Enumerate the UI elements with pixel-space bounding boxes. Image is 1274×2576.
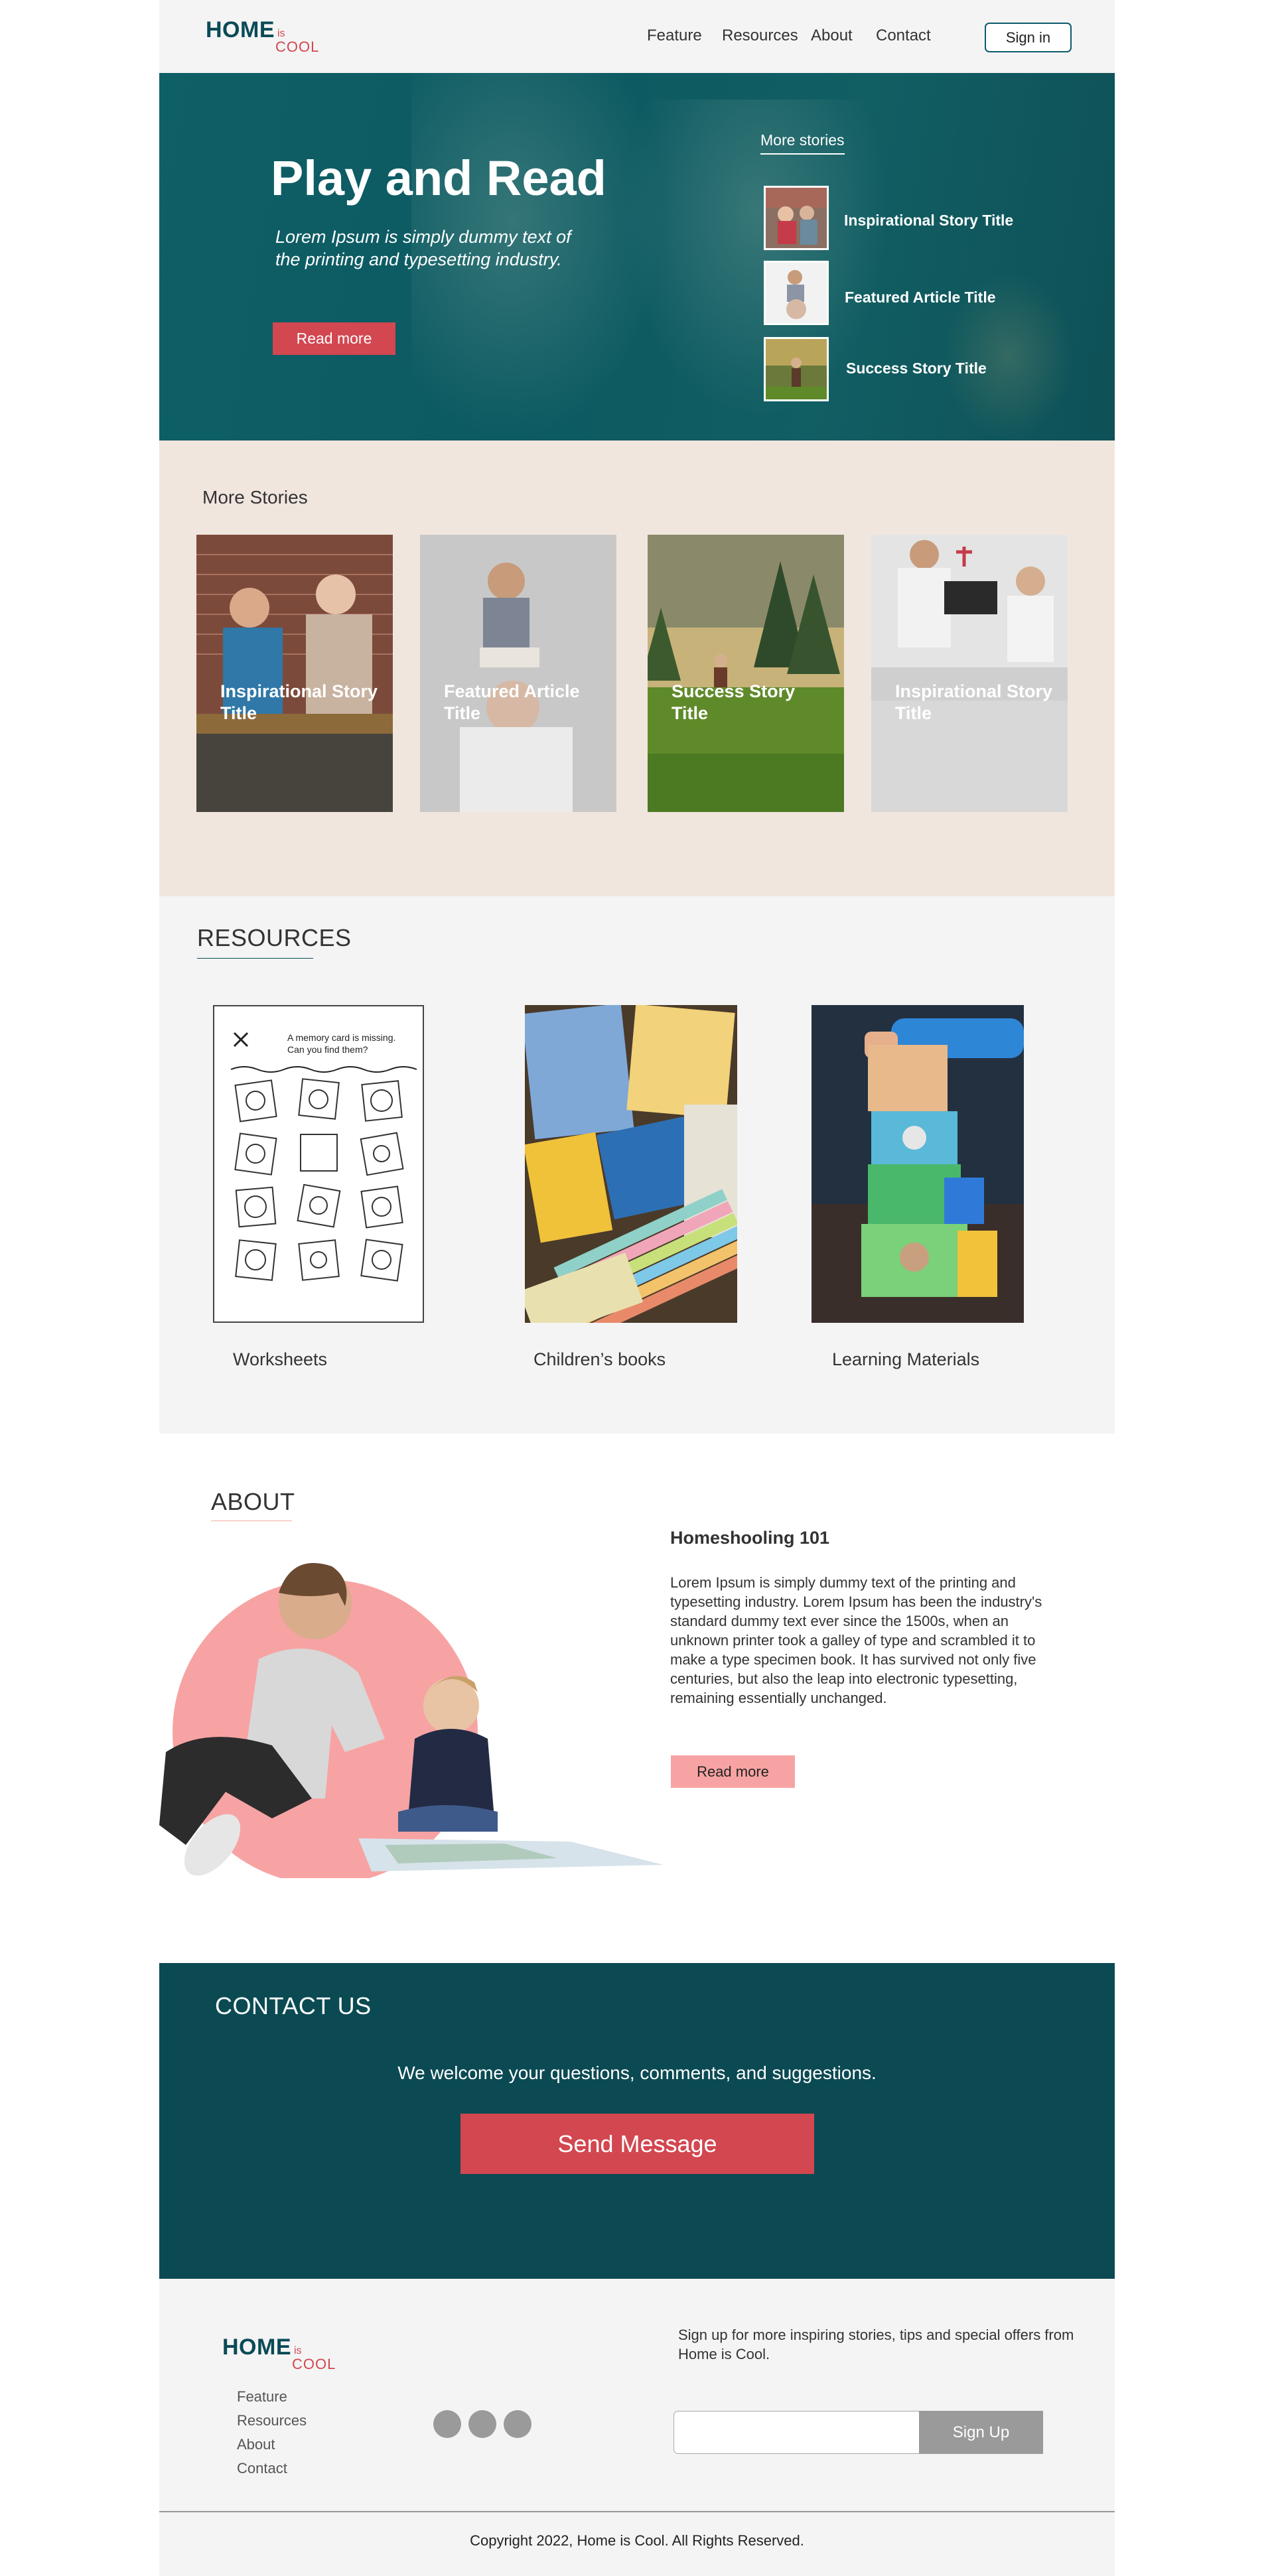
- learning-materials-drawing: [812, 1005, 1024, 1323]
- footer-link-about[interactable]: About: [237, 2433, 307, 2457]
- footer-link-feature[interactable]: Feature: [237, 2385, 307, 2409]
- about-read-more-button[interactable]: Read more: [671, 1755, 795, 1788]
- about-heading: Homeshooling 101: [670, 1528, 830, 1548]
- worksheet-heading-2: Can you find them?: [287, 1044, 368, 1055]
- social-icon-1[interactable]: [433, 2410, 461, 2438]
- story-card-2-image: [420, 535, 616, 812]
- story-card-3[interactable]: Success Story Title: [648, 535, 844, 812]
- hero-title: Play and Read: [271, 151, 606, 206]
- resources-title: RESOURCES: [197, 924, 352, 951]
- resources-underline: [197, 958, 313, 959]
- story-card-4-image: [871, 535, 1068, 812]
- about-illustration: [159, 1563, 664, 1878]
- worksheet-drawing: A memory card is missing. Can you find t…: [214, 1006, 423, 1322]
- footer-divider: [159, 2511, 1115, 2512]
- nav-feature[interactable]: Feature: [647, 27, 702, 45]
- more-stories-title: More Stories: [202, 487, 308, 508]
- site-footer: HOME is COOL Feature Resources About Con…: [159, 2279, 1115, 2576]
- story-card-2-title: Featured Article Title: [444, 681, 580, 723]
- sign-in-button[interactable]: Sign in: [985, 23, 1072, 52]
- hero-subtitle: Lorem Ipsum is simply dummy text of the …: [275, 227, 571, 269]
- about-title: ABOUT: [211, 1488, 295, 1515]
- send-message-button[interactable]: Send Message: [460, 2114, 814, 2174]
- story-card-1-image: [196, 535, 393, 812]
- resource-label-childrens-books[interactable]: Children’s books: [533, 1349, 666, 1370]
- story-thumb-1-image: [766, 188, 827, 248]
- footer-logo-home: HOME: [222, 2335, 291, 2360]
- resource-label-worksheets[interactable]: Worksheets: [233, 1349, 327, 1370]
- page: HOME is COOL Feature Resources About Con…: [159, 0, 1115, 2576]
- footer-link-resources[interactable]: Resources: [237, 2409, 307, 2433]
- story-card-4-title: Inspirational Story Title: [895, 681, 1053, 723]
- contact-section: CONTACT US We welcome your questions, co…: [159, 1963, 1115, 2279]
- more-stories-link[interactable]: More stories: [760, 131, 845, 155]
- story-thumb-2[interactable]: [764, 261, 829, 325]
- footer-link-contact[interactable]: Contact: [237, 2457, 307, 2480]
- story-card-3-title: Success Story Title: [672, 681, 796, 723]
- about-section: ABOUT Homeshooling 101 Lorem Ipsum is si…: [159, 1434, 1115, 1963]
- story-thumb-title-3[interactable]: Success Story Title: [846, 360, 987, 377]
- story-card-1-title: Inspirational Story Title: [220, 681, 378, 723]
- contact-message: We welcome your questions, comments, and…: [397, 2063, 877, 2083]
- story-card-4[interactable]: Inspirational Story Title: [871, 535, 1068, 812]
- worksheet-heading-1: A memory card is missing.: [287, 1032, 395, 1043]
- story-thumb-title-2[interactable]: Featured Article Title: [845, 289, 996, 306]
- signup-text: Sign up for more inspiring stories, tips…: [678, 2327, 1074, 2362]
- footer-logo-cool: COOL: [292, 2356, 336, 2372]
- worksheet-image[interactable]: A memory card is missing. Can you find t…: [213, 1005, 424, 1323]
- hero-section: Play and Read Lorem Ipsum is simply dumm…: [159, 73, 1115, 441]
- story-thumb-3[interactable]: [764, 337, 829, 401]
- logo-cool: COOL: [275, 38, 320, 55]
- footer-logo[interactable]: HOME is COOL: [222, 2335, 335, 2372]
- footer-links: Feature Resources About Contact: [237, 2385, 307, 2480]
- story-thumb-title-1[interactable]: Inspirational Story Title: [844, 212, 1013, 230]
- social-icon-3[interactable]: [504, 2410, 531, 2438]
- copyright: Copyright 2022, Home is Cool. All Rights…: [470, 2532, 804, 2549]
- nav-about[interactable]: About: [811, 27, 853, 45]
- sign-up-button[interactable]: Sign Up: [919, 2411, 1043, 2454]
- story-thumb-3-image: [766, 339, 827, 399]
- story-card-1[interactable]: Inspirational Story Title: [196, 535, 393, 812]
- social-icon-2[interactable]: [468, 2410, 496, 2438]
- childrens-books-drawing: [525, 1005, 737, 1323]
- logo-home: HOME: [206, 17, 275, 42]
- contact-title: CONTACT US: [215, 1992, 372, 2019]
- story-thumb-2-image: [766, 263, 827, 323]
- site-header: HOME is COOL Feature Resources About Con…: [159, 0, 1115, 73]
- email-field[interactable]: [673, 2411, 919, 2454]
- about-body-text: Lorem Ipsum is simply dummy text of the …: [670, 1574, 1042, 1706]
- story-card-2[interactable]: Featured Article Title: [420, 535, 616, 812]
- more-stories-section: More Stories Inspirational Story Title F…: [159, 441, 1115, 896]
- story-thumb-1[interactable]: [764, 186, 829, 250]
- nav-resources[interactable]: Resources: [722, 27, 798, 45]
- hero-read-more-button[interactable]: Read more: [273, 322, 395, 355]
- childrens-books-image[interactable]: [525, 1005, 737, 1323]
- resource-label-learning-materials[interactable]: Learning Materials: [832, 1349, 979, 1370]
- nav-contact[interactable]: Contact: [876, 27, 931, 45]
- learning-materials-image[interactable]: [812, 1005, 1024, 1323]
- resources-section: RESOURCES A memory card is missing. Can …: [159, 896, 1115, 1434]
- story-card-3-image: [648, 535, 844, 812]
- logo[interactable]: HOME is COOL: [206, 17, 318, 55]
